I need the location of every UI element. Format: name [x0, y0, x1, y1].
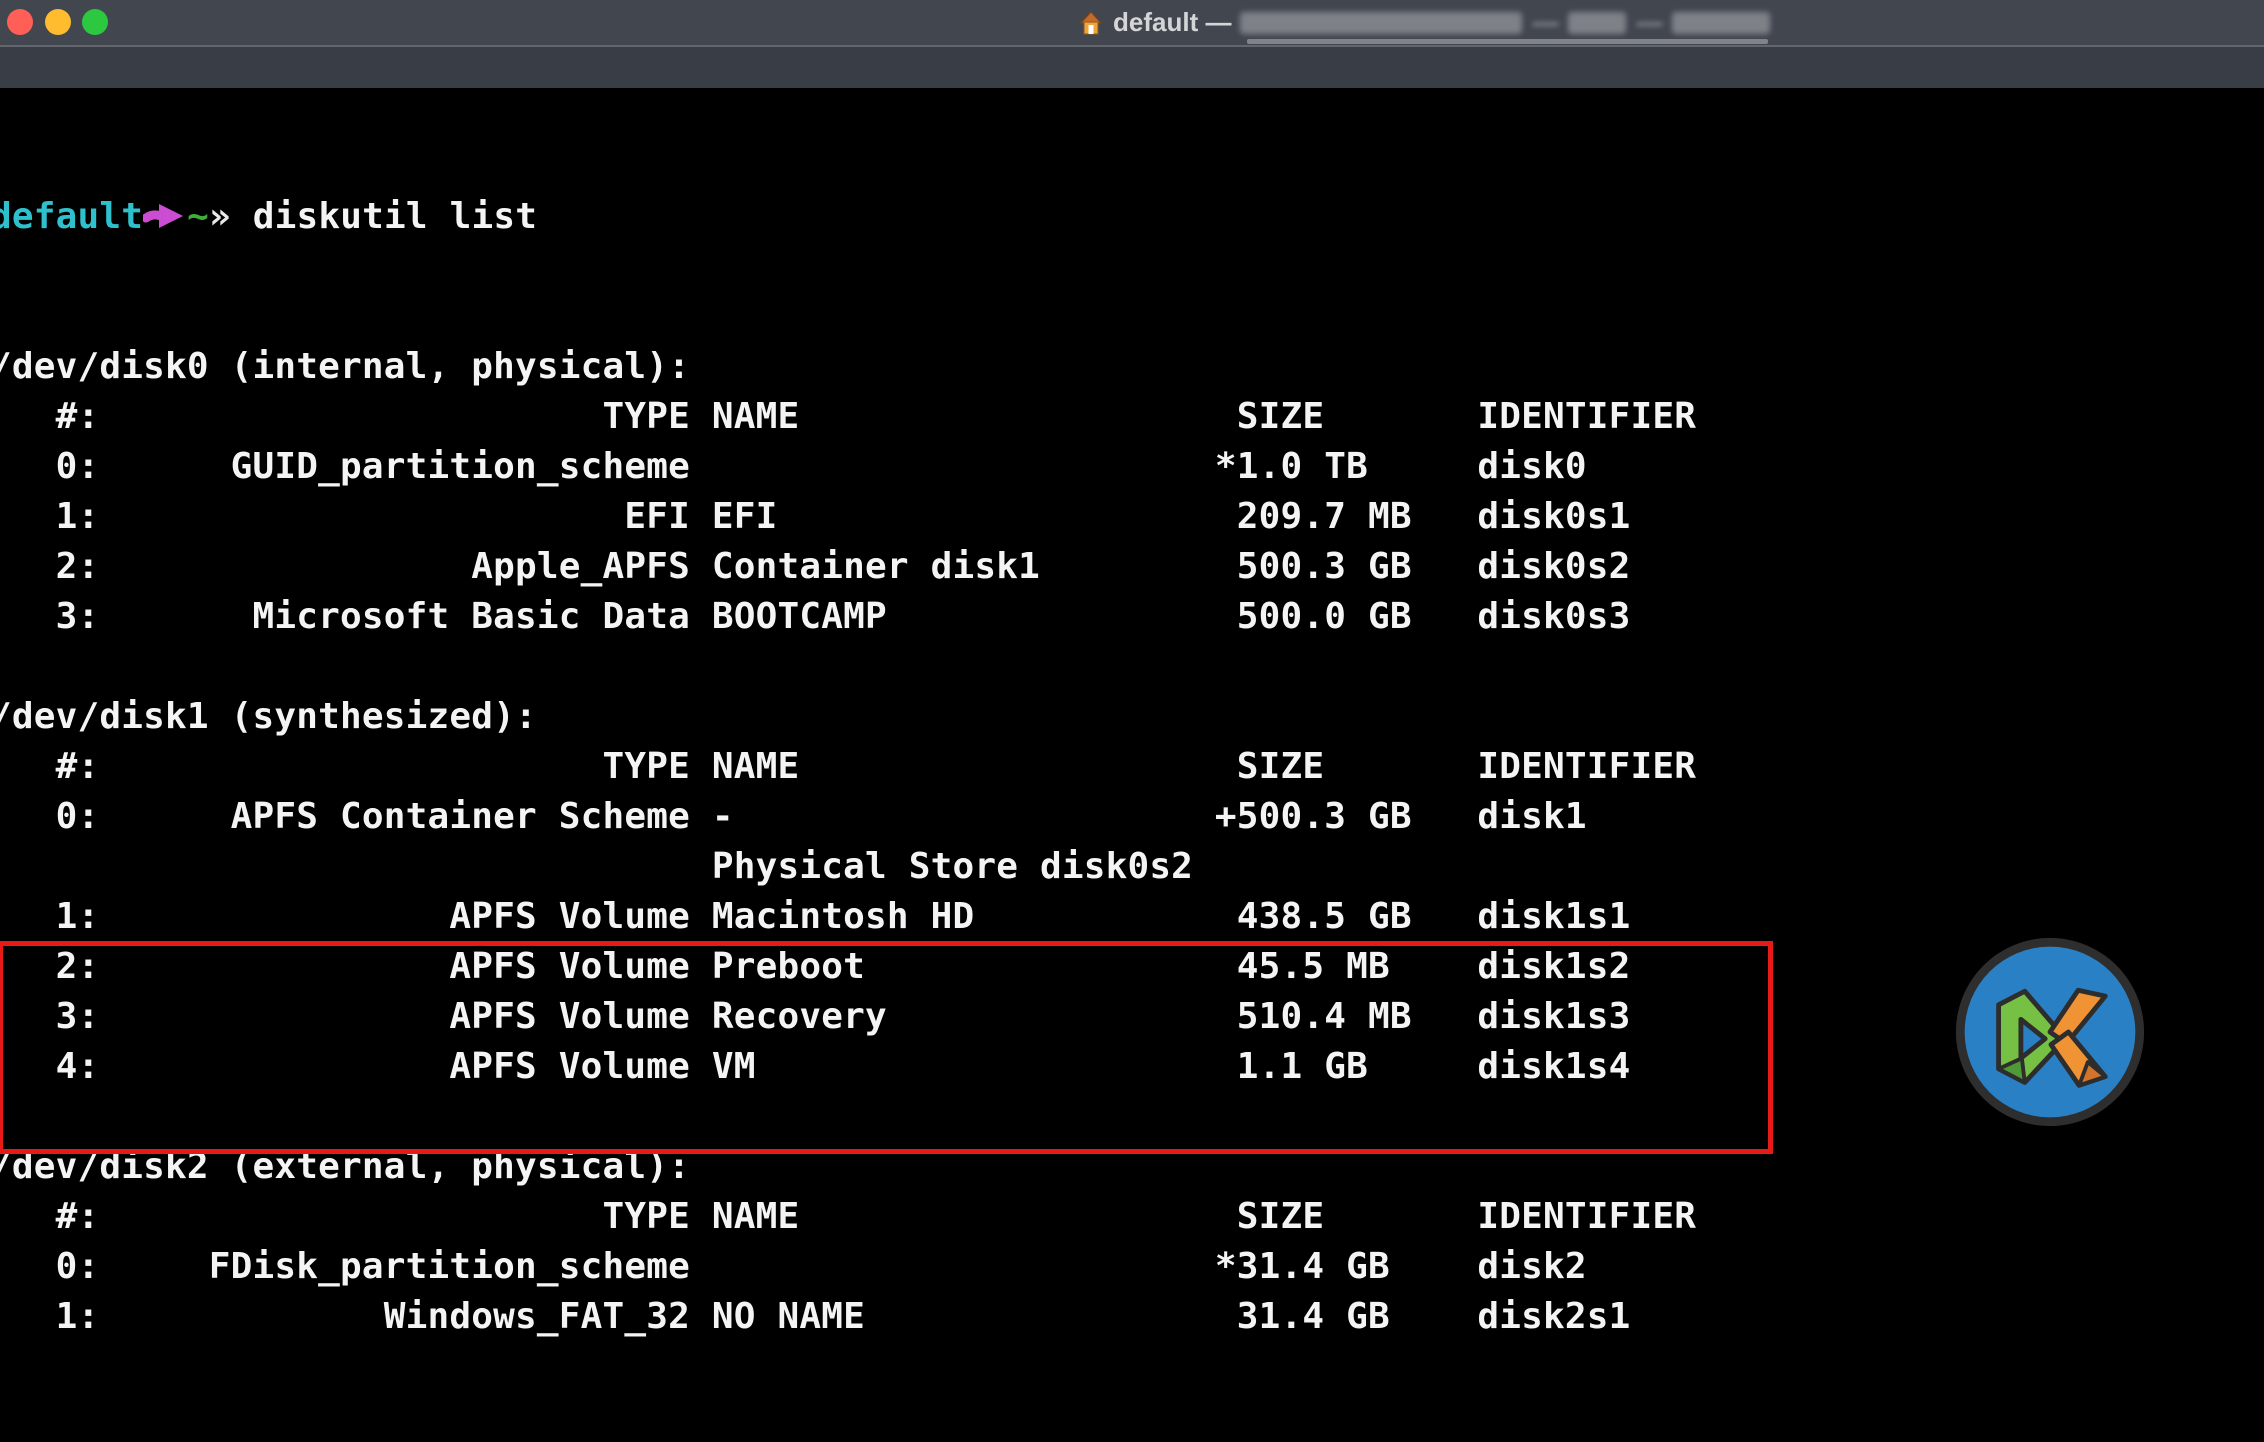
- terminal-screen[interactable]: default~» diskutil list /dev/disk0 (inte…: [0, 88, 2264, 1192]
- tab-bar: ~: [0, 47, 2264, 88]
- redacted-title: — —: [1240, 7, 1770, 38]
- zoom-button[interactable]: [82, 9, 108, 35]
- terminal-output: /dev/disk0 (internal, physical): #: TYPE…: [0, 342, 1696, 1342]
- ds-logo: [1953, 935, 2147, 1129]
- redacted-block: [1240, 12, 1522, 34]
- minimize-button[interactable]: [45, 9, 71, 35]
- screen: { "titlebar": { "house_icon": "house-ico…: [0, 0, 2264, 1192]
- prompt-caret: »: [209, 196, 231, 237]
- prompt-command: diskutil list: [231, 196, 537, 237]
- titlebar: default — — —: [0, 0, 2264, 45]
- close-button[interactable]: [7, 9, 33, 35]
- prompt-host: default: [0, 196, 143, 237]
- redacted-underline: [1247, 39, 1768, 44]
- prompt-path: ~: [187, 196, 209, 237]
- redacted-block: [1672, 12, 1770, 34]
- redacted-block: [1568, 12, 1626, 34]
- house-icon: [1078, 10, 1104, 36]
- prompt-line: default ~» diskutil list: [0, 192, 1696, 242]
- window-title-prefix: default —: [1113, 7, 1231, 38]
- right-arrow-icon: [143, 195, 187, 225]
